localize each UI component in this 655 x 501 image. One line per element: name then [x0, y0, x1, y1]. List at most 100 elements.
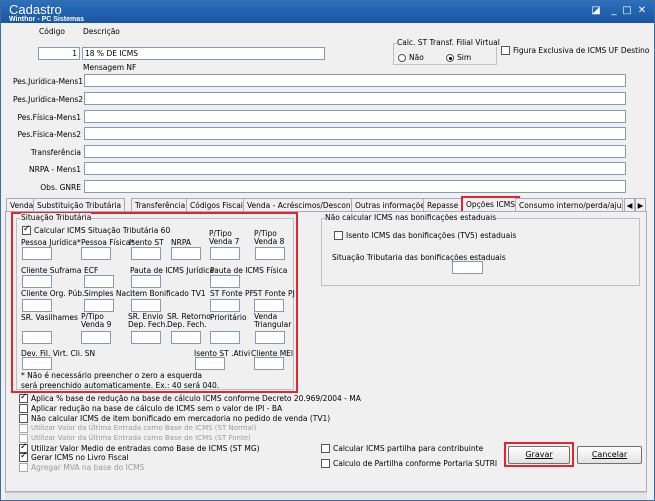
calc-st60-checkbox[interactable] — [22, 224, 31, 235]
situacao-bonif-input[interactable] — [452, 261, 483, 274]
partilha-contrib-checkbox[interactable] — [321, 444, 330, 453]
msg-label: Pes.Física-Mens1 — [17, 113, 82, 122]
msg-input[interactable] — [84, 145, 626, 158]
st-input[interactable] — [171, 331, 201, 344]
st-field-label: Simples Nac. — [84, 289, 133, 298]
calc-st60-label: Calcular ICMS Situação Tributária 60 — [34, 226, 171, 235]
msg-input[interactable] — [84, 180, 626, 193]
st-input[interactable] — [22, 275, 52, 288]
isento-bonif-label: Isento ICMS das bonificações (TV5) estad… — [346, 231, 517, 240]
st-field-label: Pessoa Física* — [81, 238, 135, 247]
st-field-label: SR. Retorno Dep. Fech. — [167, 312, 211, 329]
descricao-input[interactable]: 18 % DE ICMS — [82, 47, 325, 60]
option-checkbox — [19, 463, 28, 472]
msg-label: Obs. GNRE — [40, 183, 81, 192]
st-field-label: Prioritário — [210, 313, 247, 322]
msg-label: Pes.Jurídica-Mens2 — [13, 95, 84, 104]
st-input[interactable] — [84, 275, 114, 288]
nao-radio[interactable] — [398, 54, 406, 62]
partilha-contrib-label: Calcular ICMS partilha para contribuinte — [333, 444, 484, 453]
bottom-strip — [5, 492, 647, 500]
tab-repasse[interactable]: Repasse — [423, 198, 463, 212]
st-input[interactable] — [210, 299, 240, 312]
st-input[interactable] — [254, 357, 284, 370]
figura-checkbox[interactable] — [501, 46, 510, 55]
st-input[interactable] — [210, 331, 240, 344]
maximize-icon[interactable]: □ — [620, 4, 634, 18]
st-input[interactable] — [210, 247, 240, 260]
st-field-label: P/Tipo Venda 8 — [254, 229, 285, 246]
tab-consumo[interactable]: Consumo interno/perda/ajuste — [515, 198, 623, 212]
sim-label: Sim — [457, 53, 472, 62]
option-label: Não calcular ICMS de item bonificado em … — [31, 414, 331, 423]
st-input[interactable] — [131, 299, 161, 312]
st-input[interactable] — [255, 331, 285, 344]
calc-st-label: Calc. ST Transf. Filial Virtual — [397, 38, 500, 47]
figura-label: Figura Exclusiva de ICMS UF Destino — [513, 46, 650, 55]
tab-codigos-fiscais[interactable]: Códigos Fiscais — [186, 198, 251, 212]
st-input[interactable] — [171, 247, 201, 260]
option-checkbox — [19, 424, 28, 433]
tab-scroll-right-icon[interactable]: ▶ — [635, 198, 646, 212]
st-input[interactable] — [22, 357, 52, 370]
st-input[interactable] — [81, 331, 111, 344]
st-input[interactable] — [22, 299, 52, 312]
tab-substituicao[interactable]: Substituição Tributária — [33, 198, 126, 212]
st-note-1: * Não é necessário preencher o zero a es… — [21, 371, 202, 380]
option-label: Utilizar Valor da Última Entrada como Ba… — [31, 424, 257, 432]
st-input[interactable] — [81, 247, 111, 260]
msg-input[interactable] — [84, 110, 626, 123]
st-input[interactable] — [255, 247, 285, 260]
gravar-button[interactable]: Gravar — [508, 446, 570, 464]
tab-acrescimos[interactable]: Venda - Acréscimos/Descontos — [243, 198, 367, 212]
option-checkbox[interactable] — [19, 392, 28, 403]
st-field-label: Item Bonificado TV1 — [130, 289, 206, 298]
bonif-group — [321, 218, 640, 286]
codigo-input[interactable]: 1 — [38, 47, 80, 60]
st-field-label: Pauta de ICMS Física — [210, 266, 288, 275]
option-label: Utilizar Valor da Última Entrada como Ba… — [31, 434, 251, 442]
st-field-label: Pauta de ICMS Jurídica — [130, 266, 214, 275]
st-input[interactable] — [254, 299, 284, 312]
isento-bonif-checkbox[interactable] — [334, 231, 343, 240]
option-checkbox[interactable] — [19, 404, 28, 413]
window-title: Cadastro — [9, 2, 62, 17]
tab-opcoes-icms[interactable]: Opções ICMS — [461, 196, 520, 212]
option-label: Gerar ICMS no Livro Fiscal — [31, 453, 129, 462]
st-input[interactable] — [195, 357, 225, 370]
partilha-sutri-checkbox[interactable] — [321, 459, 330, 468]
st-input[interactable] — [131, 331, 161, 344]
st-input[interactable] — [84, 299, 114, 312]
msg-input[interactable] — [84, 74, 626, 87]
bonif-group-title: Não calcular ICMS nas bonificações estad… — [325, 213, 497, 222]
st-field-label: Venda Triangular — [254, 312, 292, 329]
cancelar-button[interactable]: Cancelar — [577, 446, 642, 464]
msg-input[interactable] — [84, 127, 626, 140]
partilha-sutri-label: Calculo de Partilha conforme Portaria SU… — [333, 459, 498, 468]
tab-transferencia[interactable]: Transferência — [131, 198, 190, 212]
msg-input[interactable] — [84, 92, 626, 105]
sim-radio[interactable] — [446, 54, 454, 62]
msg-label: Pes.Física-Mens2 — [17, 130, 82, 139]
st-note-2: será preenchido automaticamente. Ex.: 40… — [21, 381, 220, 390]
tab-outras[interactable]: Outras informações — [351, 198, 433, 212]
option-label: Utilizar Valor Medio de entradas como Ba… — [31, 444, 260, 453]
st-field-label: SR. Envio Dep. Fech. — [128, 312, 168, 329]
restore-icon[interactable]: ◪ — [589, 4, 603, 18]
st-field-label: ST Fonte PF — [210, 289, 254, 298]
st-input[interactable] — [22, 247, 52, 260]
msg-input[interactable] — [84, 162, 626, 175]
st-input[interactable] — [131, 275, 161, 288]
mensagem-label: Mensagem NF — [83, 63, 137, 72]
option-checkbox[interactable] — [19, 414, 28, 423]
close-icon[interactable]: ✕ — [635, 4, 649, 18]
option-checkbox[interactable] — [19, 451, 28, 462]
st-field-label: ST Fonte PJ — [253, 289, 295, 298]
st-field-label: P/Tipo Venda 9 — [81, 312, 112, 329]
msg-label: NRPA - Mens1 — [29, 165, 81, 174]
tab-scroll-left-icon[interactable]: ◀ — [624, 198, 635, 212]
st-input[interactable] — [210, 275, 240, 288]
st-input[interactable] — [22, 331, 52, 344]
st-input[interactable] — [131, 247, 161, 260]
minimize-icon[interactable]: _ — [607, 4, 621, 18]
